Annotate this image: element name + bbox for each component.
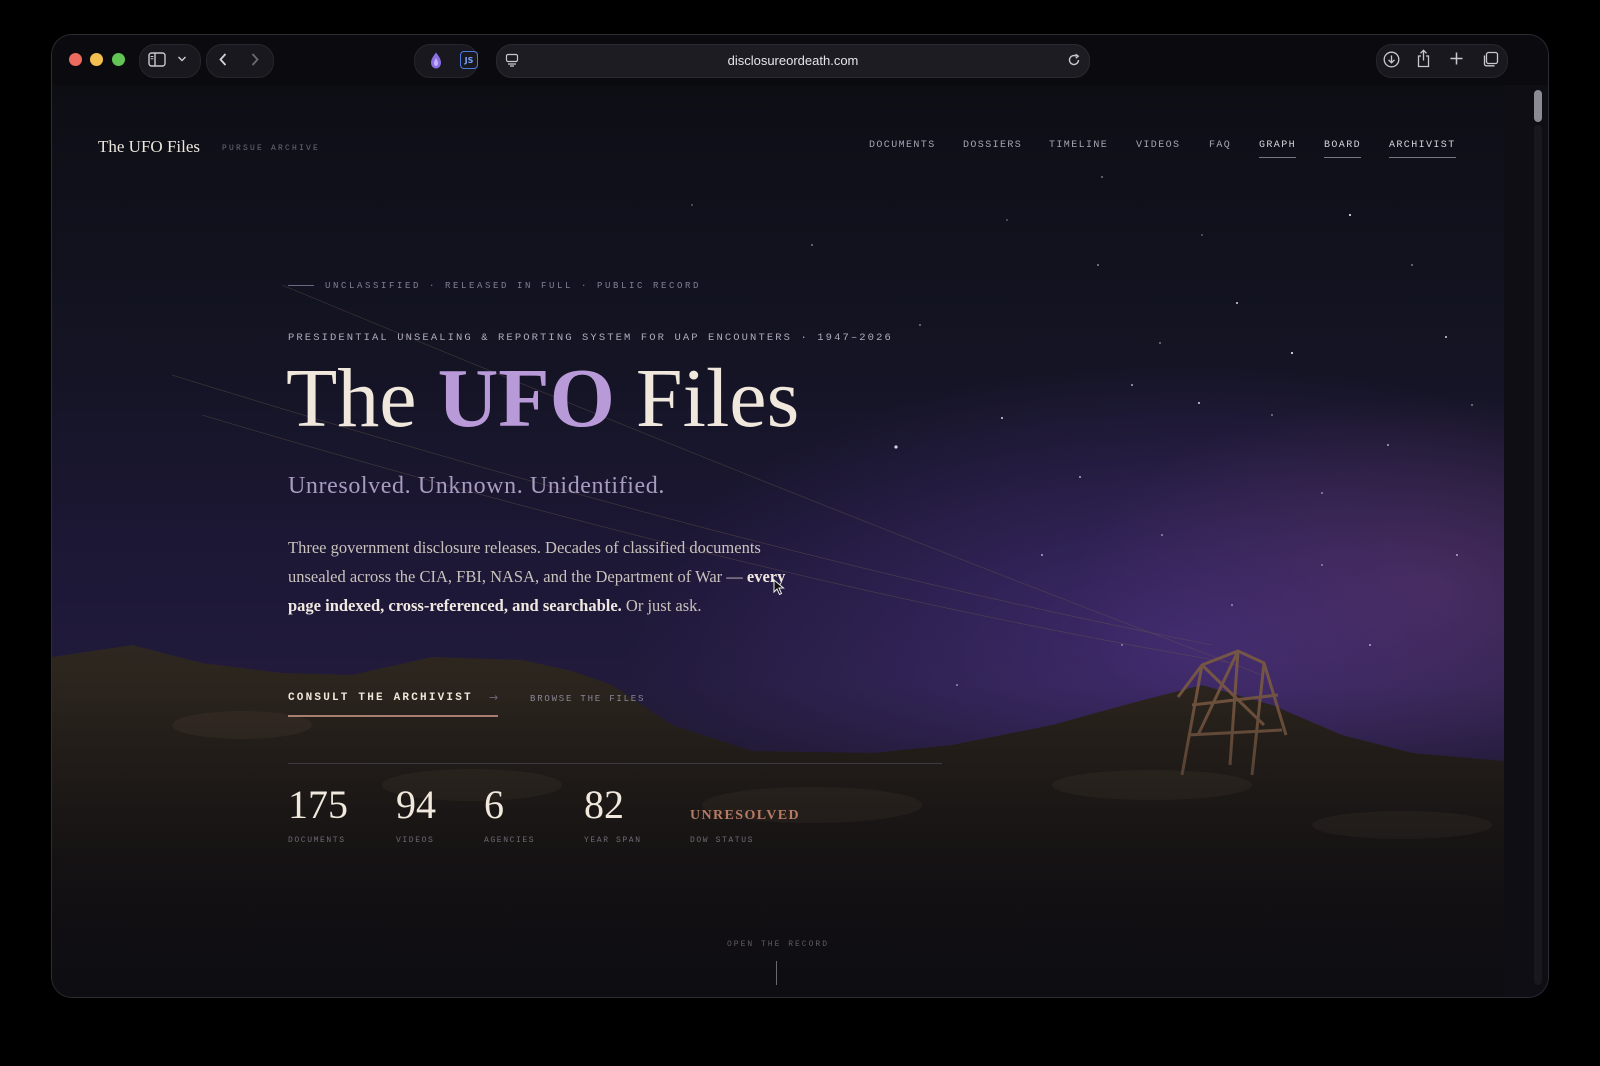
consult-archivist-button[interactable]: CONSULT THE ARCHIVIST (288, 692, 473, 704)
eyebrow-rule (288, 285, 314, 286)
zoom-window-button[interactable] (112, 53, 125, 66)
nav-archivist[interactable]: ARCHIVIST (1389, 140, 1456, 158)
lede-end: Or just ask. (621, 596, 702, 615)
scrollbar-thumb[interactable] (1534, 90, 1542, 122)
cta-underline (288, 715, 498, 717)
arrow-right-icon: → (489, 691, 499, 704)
chevron-down-icon[interactable] (177, 55, 187, 63)
browser-window: JS disclosureordeath.com The UFO Files P… (52, 35, 1548, 997)
open-record-hint[interactable]: OPEN THE RECORD (52, 940, 1504, 949)
stat-year-span-label: YEAR SPAN (584, 836, 642, 845)
share-icon[interactable] (1416, 49, 1431, 68)
nav-videos[interactable]: VIDEOS (1136, 140, 1180, 151)
close-window-button[interactable] (69, 53, 82, 66)
stat-agencies-value: 6 (484, 782, 504, 827)
extension-icon[interactable] (430, 52, 442, 69)
browse-files-link[interactable]: BROWSE THE FILES (530, 694, 645, 704)
js-extension-icon[interactable]: JS (460, 51, 478, 69)
hero-eyebrow: UNCLASSIFIED · RELEASED IN FULL · PUBLIC… (325, 281, 702, 291)
stat-year-span-value: 82 (584, 782, 624, 827)
mouse-cursor-icon (773, 578, 785, 601)
reload-icon[interactable] (1067, 53, 1081, 67)
nav-board[interactable]: BOARD (1324, 140, 1362, 158)
page-content: The UFO Files PURSUE ARCHIVE DOCUMENTS D… (52, 85, 1504, 997)
address-bar[interactable]: disclosureordeath.com (496, 44, 1090, 78)
browser-toolbar: JS disclosureordeath.com (52, 35, 1548, 86)
site-brand[interactable]: The UFO Files (98, 137, 200, 157)
stat-dow-status-label: DOW STATUS (690, 836, 755, 845)
stat-dow-status-value: UNRESOLVED (690, 808, 800, 823)
hero-tagline: Unresolved. Unknown. Unidentified. (288, 473, 666, 499)
nav-dossiers[interactable]: DOSSIERS (963, 140, 1022, 151)
url-text: disclosureordeath.com (727, 53, 859, 68)
tabs-overview-icon[interactable] (1482, 51, 1499, 68)
stat-videos-label: VIDEOS (396, 836, 435, 845)
site-brand-subtitle: PURSUE ARCHIVE (222, 144, 321, 153)
stat-documents-label: DOCUMENTS (288, 836, 346, 845)
hero-title-accent: UFO (437, 352, 615, 445)
back-icon[interactable] (218, 52, 228, 67)
hero-kicker: PRESIDENTIAL UNSEALING & REPORTING SYSTE… (288, 332, 893, 344)
page-scrollbar[interactable] (1504, 85, 1548, 997)
minimize-window-button[interactable] (90, 53, 103, 66)
history-nav-group (206, 44, 274, 78)
sidebar-icon[interactable] (148, 52, 166, 67)
stat-videos-value: 94 (396, 782, 436, 827)
hero-lede: Three government disclosure releases. De… (288, 533, 808, 620)
stat-agencies-label: AGENCIES (484, 836, 536, 845)
hero-title: The UFO Files (286, 357, 799, 441)
new-tab-icon[interactable] (1449, 51, 1464, 66)
hero-title-post: Files (614, 352, 800, 445)
scrollbar-track[interactable] (1534, 125, 1542, 985)
nav-timeline[interactable]: TIMELINE (1049, 140, 1108, 151)
nav-documents[interactable]: DOCUMENTS (869, 140, 936, 151)
scroll-indicator-line (776, 961, 777, 985)
forward-icon[interactable] (250, 52, 260, 67)
hero-title-pre: The (286, 352, 438, 445)
nav-graph[interactable]: GRAPH (1259, 140, 1297, 158)
stats-divider (288, 763, 942, 764)
download-icon[interactable] (1383, 51, 1400, 68)
stat-documents-value: 175 (288, 782, 348, 827)
lede-start: Three government disclosure releases. De… (288, 538, 761, 586)
nav-faq[interactable]: FAQ (1209, 140, 1231, 151)
